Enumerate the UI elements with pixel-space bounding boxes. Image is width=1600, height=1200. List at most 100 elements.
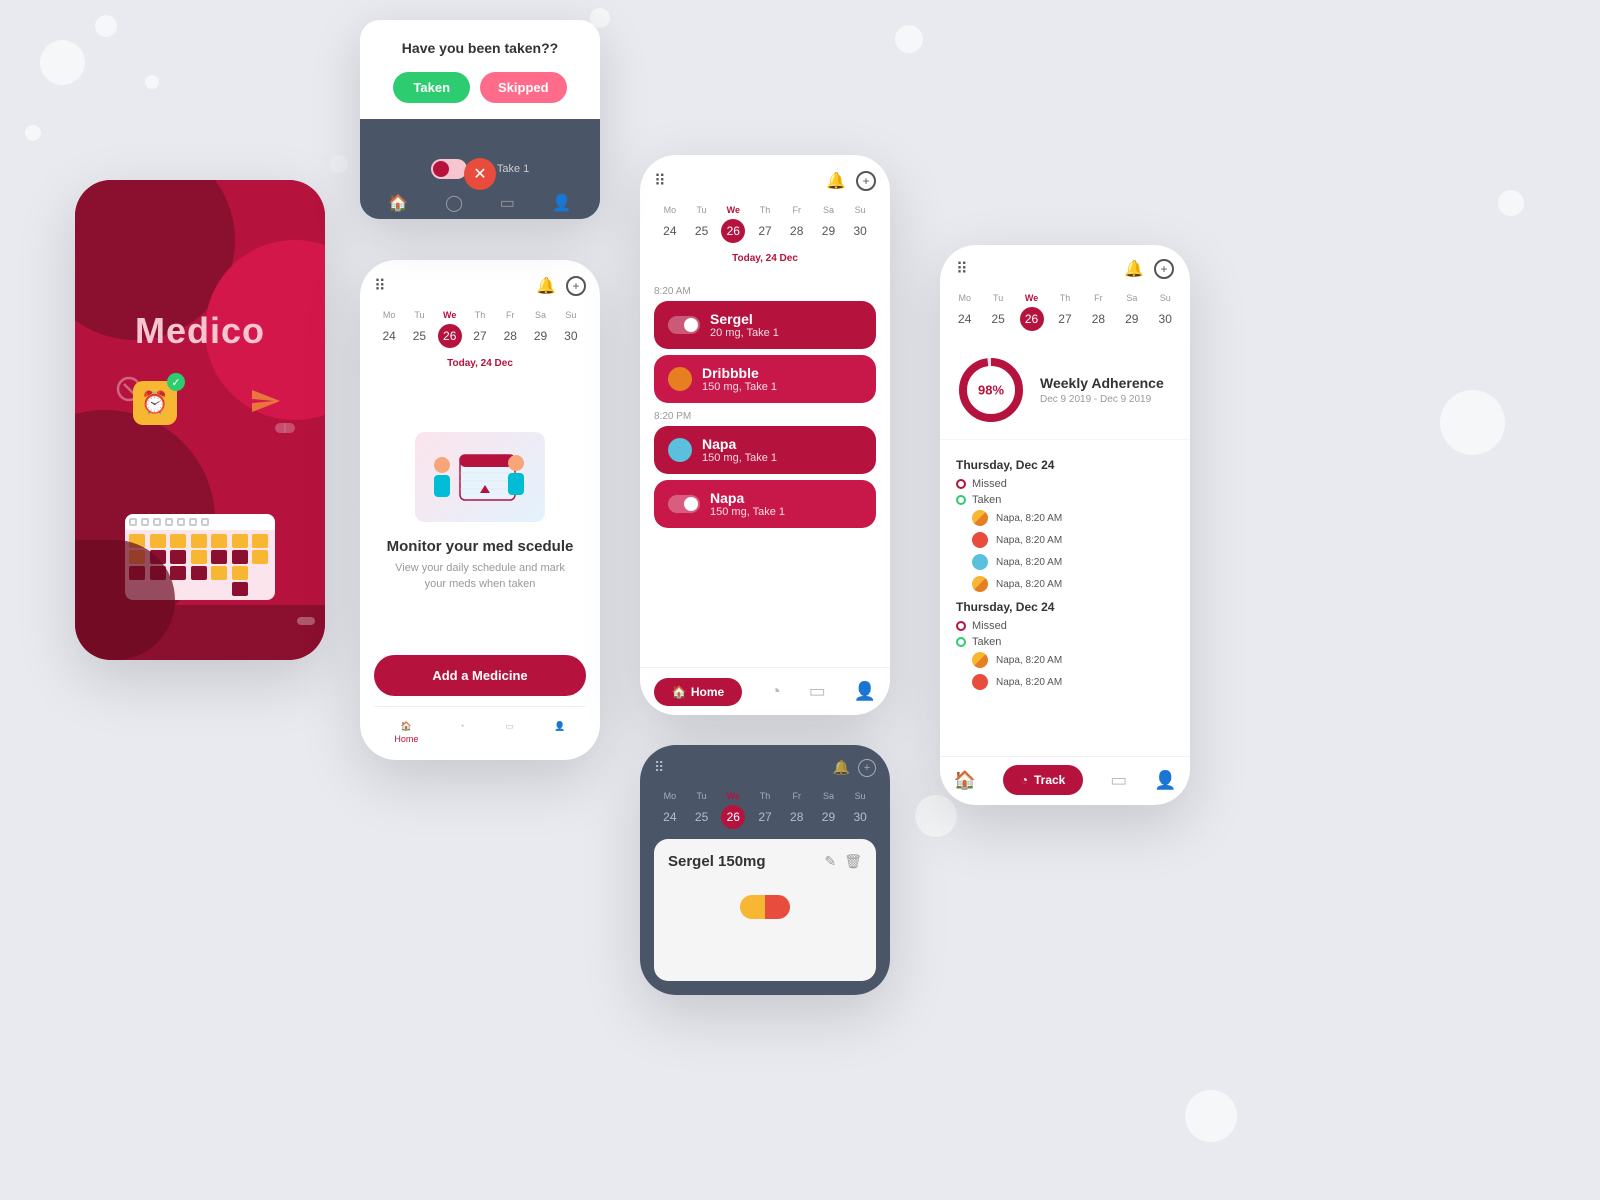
menu-icon[interactable]: ⠿ bbox=[956, 259, 970, 279]
cal-day-sat[interactable]: Sa 29 bbox=[813, 791, 845, 829]
home-nav-icon[interactable]: 🏠 bbox=[388, 193, 408, 213]
med-card-napa2[interactable]: Napa 150 mg, Take 1 bbox=[654, 480, 876, 528]
day-section-title: Thursday, Dec 24 bbox=[956, 458, 1174, 472]
med-item-text: Napa, 8:20 AM bbox=[996, 579, 1062, 590]
bottom-nav-bar: 🏠 Home ◔ ▭ 👤 bbox=[374, 706, 586, 744]
add-medicine-button[interactable]: Add a Medicine bbox=[374, 655, 586, 696]
deco-bubble bbox=[1498, 190, 1524, 216]
med-toggle[interactable] bbox=[668, 495, 700, 513]
deco-bubble bbox=[40, 40, 85, 85]
day-label: Th bbox=[1048, 293, 1081, 303]
day-label: Th bbox=[465, 310, 495, 320]
nav-label: Home bbox=[394, 734, 418, 744]
med-color-dot bbox=[972, 532, 988, 548]
cal-day-sat[interactable]: Sa 29 bbox=[525, 310, 555, 348]
cal-day-wed[interactable]: We 26 bbox=[1015, 293, 1048, 331]
nav-profile[interactable]: 👤 bbox=[554, 719, 565, 744]
add-button-circle[interactable]: + bbox=[1154, 259, 1174, 279]
home-icon[interactable]: 🏠 bbox=[953, 770, 975, 791]
bell-icon[interactable]: 🔔 bbox=[833, 759, 850, 777]
skipped-button[interactable]: Skipped bbox=[480, 72, 567, 103]
deco-bubble bbox=[1185, 1090, 1237, 1142]
edit-icon[interactable]: ✎ bbox=[824, 853, 836, 870]
cal-day-thu[interactable]: Th 27 bbox=[465, 310, 495, 348]
stats-icon: ◔ bbox=[459, 721, 464, 731]
day-num: 24 bbox=[377, 324, 401, 348]
profile-icon[interactable]: 👤 bbox=[1154, 770, 1176, 791]
card-nav-icon[interactable]: ▭ bbox=[500, 193, 515, 213]
med-color-dot bbox=[972, 554, 988, 570]
card-icon[interactable]: ▭ bbox=[1110, 770, 1127, 791]
cal-day-fri[interactable]: Fr 28 bbox=[781, 791, 813, 829]
cal-day-fri[interactable]: Fr 28 bbox=[1082, 293, 1115, 331]
cal-day-mon[interactable]: Mo 24 bbox=[654, 205, 686, 243]
stats-icon[interactable]: ◔ bbox=[770, 681, 781, 702]
nav-card[interactable]: ▭ bbox=[505, 719, 514, 744]
add-button[interactable]: + bbox=[858, 759, 876, 777]
med-toggle[interactable] bbox=[668, 316, 700, 334]
menu-icon[interactable]: ⠿ bbox=[654, 759, 664, 777]
cal-day-wed[interactable]: We 26 bbox=[435, 310, 465, 348]
nav-stats[interactable]: ◔ bbox=[459, 719, 464, 744]
notification-bell-icon[interactable]: 🔔 bbox=[1124, 259, 1144, 279]
cal-day-thu[interactable]: Th 27 bbox=[749, 205, 781, 243]
cal-cell bbox=[232, 582, 248, 596]
cal-day-mon[interactable]: Mo 24 bbox=[654, 791, 686, 829]
cal-day-sun[interactable]: Su 30 bbox=[844, 791, 876, 829]
cal-day-sat[interactable]: Sa 29 bbox=[813, 205, 845, 243]
add-button-circle[interactable]: + bbox=[566, 276, 586, 296]
profile-icon[interactable]: 👤 bbox=[854, 681, 876, 702]
stats-nav-icon[interactable]: ◯ bbox=[445, 193, 463, 213]
med-card-napa1[interactable]: Napa 150 mg, Take 1 bbox=[654, 426, 876, 474]
add-button-circle[interactable]: + bbox=[856, 171, 876, 191]
notification-bell-icon[interactable]: 🔔 bbox=[536, 276, 556, 296]
day-num: 27 bbox=[753, 805, 777, 829]
day-num: 28 bbox=[785, 219, 809, 243]
card-icon[interactable]: ▭ bbox=[809, 681, 826, 702]
nav-home[interactable]: 🏠 Home bbox=[394, 719, 418, 744]
cal-day-fri[interactable]: Fr 28 bbox=[781, 205, 813, 243]
cal-day-tue[interactable]: Tu 25 bbox=[404, 310, 434, 348]
cal-day-sun[interactable]: Su 30 bbox=[844, 205, 876, 243]
day-num: 28 bbox=[1086, 307, 1110, 331]
cal-day-fri[interactable]: Fr 28 bbox=[495, 310, 525, 348]
cal-day-thu[interactable]: Th 27 bbox=[749, 791, 781, 829]
med-item-text: Napa, 8:20 AM bbox=[996, 655, 1062, 666]
cal-ring bbox=[201, 518, 209, 526]
missed-label: Missed bbox=[972, 620, 1007, 632]
cal-day-tue[interactable]: Tu 25 bbox=[686, 205, 718, 243]
phone-schedule-monitor: ⠿ 🔔 + Mo 24 Tu 25 We 26 Th 27 bbox=[360, 260, 600, 760]
day-num: 24 bbox=[658, 805, 682, 829]
cal-day-sat[interactable]: Sa 29 bbox=[1115, 293, 1148, 331]
profile-nav-icon[interactable]: 👤 bbox=[552, 193, 572, 213]
menu-icon[interactable]: ⠿ bbox=[654, 171, 668, 191]
cal-day-wed[interactable]: We 26 bbox=[717, 791, 749, 829]
day-label: Sa bbox=[1115, 293, 1148, 303]
modal-nav-bar: 🏠 ◯ ▭ 👤 bbox=[360, 187, 600, 219]
day-num: 25 bbox=[407, 324, 431, 348]
cal-day-mon[interactable]: Mo 24 bbox=[948, 293, 981, 331]
time-label-2: 8:20 PM bbox=[654, 411, 876, 422]
cal-day-tue[interactable]: Tu 25 bbox=[981, 293, 1014, 331]
day-label: Th bbox=[749, 791, 781, 801]
med-card-sergel[interactable]: Sergel 20 mg, Take 1 bbox=[654, 301, 876, 349]
pill-toggle[interactable] bbox=[431, 159, 467, 179]
taken-button[interactable]: Taken bbox=[393, 72, 470, 103]
cal-day-wed[interactable]: We 26 bbox=[717, 205, 749, 243]
med-card-dribbble[interactable]: Dribbble 150 mg, Take 1 bbox=[654, 355, 876, 403]
close-modal-button[interactable]: ✕ bbox=[464, 158, 496, 190]
cal-ring bbox=[177, 518, 185, 526]
cal-day-sun[interactable]: Su 30 bbox=[1149, 293, 1182, 331]
track-button[interactable]: ◔ Track bbox=[1003, 765, 1084, 795]
cal-day-thu[interactable]: Th 27 bbox=[1048, 293, 1081, 331]
cal-day-mon[interactable]: Mo 24 bbox=[374, 310, 404, 348]
cal-day-sun[interactable]: Su 30 bbox=[556, 310, 586, 348]
cal-day-tue[interactable]: Tu 25 bbox=[686, 791, 718, 829]
home-nav-button[interactable]: 🏠 Home bbox=[654, 678, 742, 706]
day-label: Fr bbox=[781, 205, 813, 215]
taken-dot bbox=[956, 637, 966, 647]
deco-bubble bbox=[915, 795, 957, 837]
menu-icon[interactable]: ⠿ bbox=[374, 276, 388, 296]
notification-bell-icon[interactable]: 🔔 bbox=[826, 171, 846, 191]
delete-icon[interactable]: 🗑 bbox=[844, 853, 862, 870]
